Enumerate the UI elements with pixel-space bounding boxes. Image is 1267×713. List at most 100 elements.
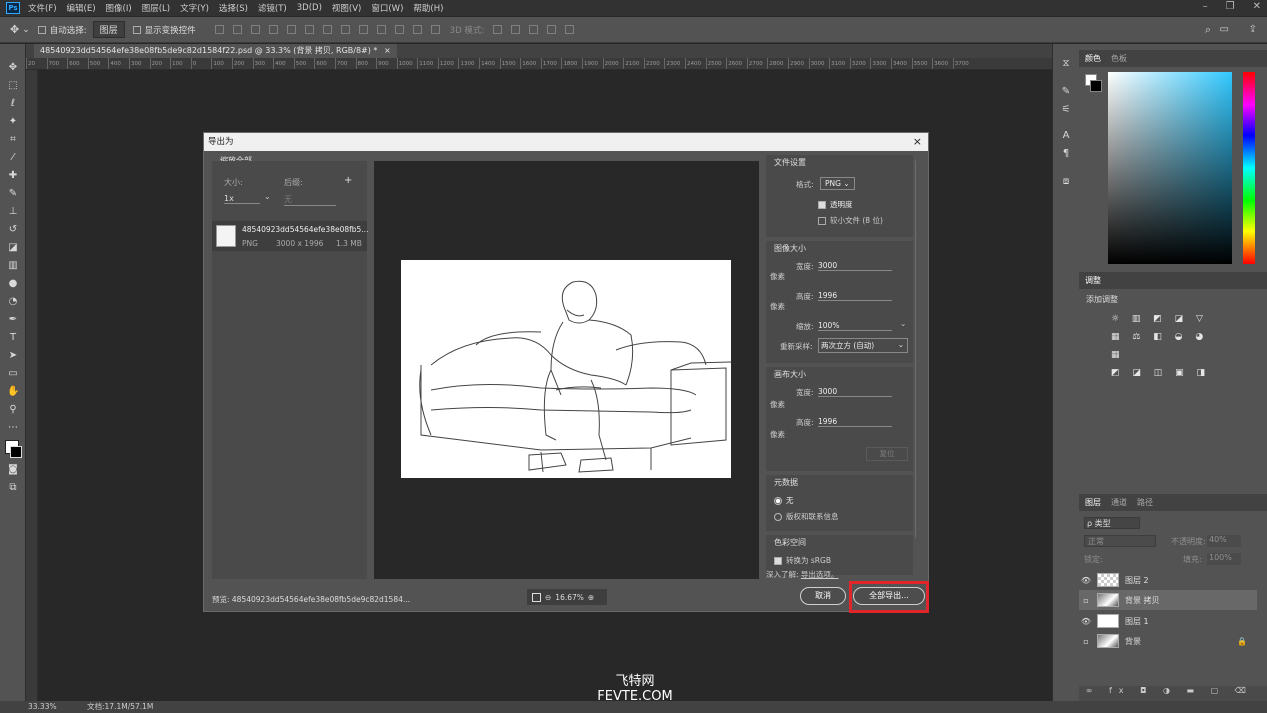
layer-row-selected[interactable]: ▫ 背景 拷贝 <box>1079 590 1257 610</box>
character-panel-icon[interactable]: A <box>1060 130 1072 142</box>
preview-area[interactable] <box>374 161 759 579</box>
rectangle-tool-icon[interactable]: ▭ <box>7 368 19 380</box>
eyedropper-tool-icon[interactable]: ⁄ <box>7 152 19 164</box>
format-select[interactable]: PNG ⌄ <box>820 177 855 190</box>
distribute-center-icon[interactable] <box>394 25 404 34</box>
zoom-tool-icon[interactable]: ⚲ <box>7 404 19 416</box>
document-size[interactable]: 文档:17.1M/57.1M <box>87 702 153 711</box>
blend-mode-select[interactable]: 正常 <box>1084 535 1156 547</box>
menu-window[interactable]: 窗口(W) <box>371 2 403 14</box>
quick-mask-icon[interactable]: ◙ <box>7 464 19 476</box>
chevron-down-icon[interactable]: ⌄ <box>22 25 30 35</box>
background-color-icon[interactable] <box>10 446 22 458</box>
zoom-in-icon[interactable]: ⊕ <box>588 593 594 602</box>
move-tool-icon[interactable]: ✥ <box>10 23 19 36</box>
move-tool-icon[interactable]: ✥ <box>7 62 19 74</box>
metadata-copyright-radio[interactable] <box>774 513 782 521</box>
3d-roll-icon[interactable] <box>511 25 521 34</box>
convert-srgb-checkbox[interactable] <box>774 557 782 565</box>
close-window-icon[interactable]: ✕ <box>1253 1 1261 12</box>
history-brush-tool-icon[interactable]: ↺ <box>7 224 19 236</box>
zoom-out-icon[interactable]: ⊖ <box>545 593 551 602</box>
tab-paths[interactable]: 路径 <box>1137 497 1153 508</box>
cancel-button[interactable]: 取消 <box>800 587 846 605</box>
eye-icon[interactable]: 👁 <box>1079 576 1093 585</box>
scale-select[interactable]: 100% <box>818 321 892 331</box>
hand-tool-icon[interactable]: ✋ <box>7 386 19 398</box>
menu-help[interactable]: 帮助(H) <box>413 2 443 14</box>
search-icon[interactable]: ⌕ <box>1205 23 1211 37</box>
layer-kind-filter[interactable]: ρ 类型 <box>1084 517 1140 529</box>
align-left-icon[interactable] <box>214 25 224 34</box>
tab-color[interactable]: 颜色 <box>1085 53 1101 64</box>
gradient-tool-icon[interactable]: ▥ <box>7 260 19 272</box>
zoom-level[interactable]: 33.33% <box>28 702 57 711</box>
healing-brush-tool-icon[interactable]: ✚ <box>7 170 19 182</box>
menu-image[interactable]: 图像(I) <box>106 2 132 14</box>
align-center-icon[interactable] <box>232 25 242 34</box>
auto-select-checkbox[interactable] <box>37 25 46 34</box>
image-height-input[interactable]: 1996 <box>818 291 892 301</box>
brush-settings-icon[interactable]: ⚟ <box>1060 104 1072 116</box>
magic-wand-tool-icon[interactable]: ✦ <box>7 116 19 128</box>
minimize-icon[interactable]: – <box>1203 1 1208 12</box>
hue-slider[interactable] <box>1243 72 1255 264</box>
adjustment-icons[interactable]: ☼ ▥ ◩ ◪ ▽ ▦ ⚖ ◧ ◒ ◕ ▦ ◩ ◪ ◫ ▣ ◨ <box>1111 310 1221 382</box>
menu-select[interactable]: 选择(S) <box>219 2 248 14</box>
screen-mode-icon[interactable]: ⧉ <box>7 482 19 494</box>
distribute-bottom-icon[interactable] <box>358 25 368 34</box>
path-select-tool-icon[interactable]: ➤ <box>7 350 19 362</box>
paragraph-panel-icon[interactable]: ¶ <box>1060 148 1072 160</box>
menu-layer[interactable]: 图层(L) <box>142 2 170 14</box>
transparency-option[interactable]: 透明度 <box>818 199 853 210</box>
layers-footer-icons[interactable]: ∞ fx ◘ ◑ ▬ ▢ ⌫ <box>1079 686 1267 701</box>
blur-tool-icon[interactable]: ● <box>7 278 19 290</box>
distribute-right-icon[interactable] <box>412 25 422 34</box>
crop-tool-icon[interactable]: ⌗ <box>7 134 19 146</box>
distribute-left-icon[interactable] <box>376 25 386 34</box>
layer-row[interactable]: 👁 图层 1 <box>1079 611 1257 631</box>
eye-icon[interactable]: 👁 <box>1079 617 1093 626</box>
document-tab[interactable]: 48540923dd54564efe38e08fb5de9c82d1584f22… <box>34 44 397 58</box>
distribute-top-icon[interactable] <box>322 25 332 34</box>
3d-scale-icon[interactable] <box>565 25 575 34</box>
smaller-file-checkbox[interactable] <box>818 217 826 225</box>
workspace-icon[interactable]: ▭ <box>1220 24 1229 35</box>
menu-3d[interactable]: 3D(D) <box>297 3 322 13</box>
background-swatch[interactable] <box>1090 80 1102 92</box>
layer-row[interactable]: ▫ 背景 🔒 <box>1079 631 1257 651</box>
marquee-tool-icon[interactable]: ⬚ <box>7 80 19 92</box>
dodge-tool-icon[interactable]: ◔ <box>7 296 19 308</box>
auto-align-icon[interactable] <box>430 25 440 34</box>
close-tab-icon[interactable]: × <box>384 46 391 55</box>
history-panel-icon[interactable]: ⧖ <box>1060 58 1072 70</box>
settings-scrollbar[interactable] <box>915 159 916 539</box>
eraser-tool-icon[interactable]: ◪ <box>7 242 19 254</box>
color-picker-field[interactable] <box>1108 72 1232 264</box>
stamp-tool-icon[interactable]: ⊥ <box>7 206 19 218</box>
visibility-toggle-empty[interactable]: ▫ <box>1079 596 1093 605</box>
fill-input[interactable]: 100% <box>1207 553 1241 565</box>
type-tool-icon[interactable]: T <box>7 332 19 344</box>
tab-channels[interactable]: 通道 <box>1111 497 1127 508</box>
properties-panel-icon[interactable]: ⧈ <box>1060 176 1072 188</box>
menu-type[interactable]: 文字(Y) <box>180 2 209 14</box>
layer-select-dropdown[interactable]: 图层 <box>92 21 125 38</box>
tab-swatches[interactable]: 色板 <box>1111 53 1127 64</box>
menu-edit[interactable]: 编辑(E) <box>67 2 96 14</box>
metadata-none-radio[interactable] <box>774 497 782 505</box>
add-scale-button[interactable]: + <box>344 175 352 186</box>
lasso-tool-icon[interactable]: ℓ <box>7 98 19 110</box>
align-right-icon[interactable] <box>250 25 260 34</box>
reset-button[interactable]: 复位 <box>866 447 908 461</box>
brush-panel-icon[interactable]: ✎ <box>1060 86 1072 98</box>
transparency-checkbox[interactable] <box>818 201 826 209</box>
opacity-input[interactable]: 40% <box>1207 535 1241 547</box>
distribute-middle-icon[interactable] <box>340 25 350 34</box>
export-options-link[interactable]: 导出选项。 <box>801 570 839 579</box>
tab-adjustments[interactable]: 调整 <box>1085 275 1101 286</box>
metadata-copyright-option[interactable]: 版权和联系信息 <box>774 511 839 522</box>
tab-layers[interactable]: 图层 <box>1085 497 1101 508</box>
restore-icon[interactable]: ❐ <box>1226 1 1235 12</box>
suffix-input[interactable]: 无 <box>284 194 336 206</box>
